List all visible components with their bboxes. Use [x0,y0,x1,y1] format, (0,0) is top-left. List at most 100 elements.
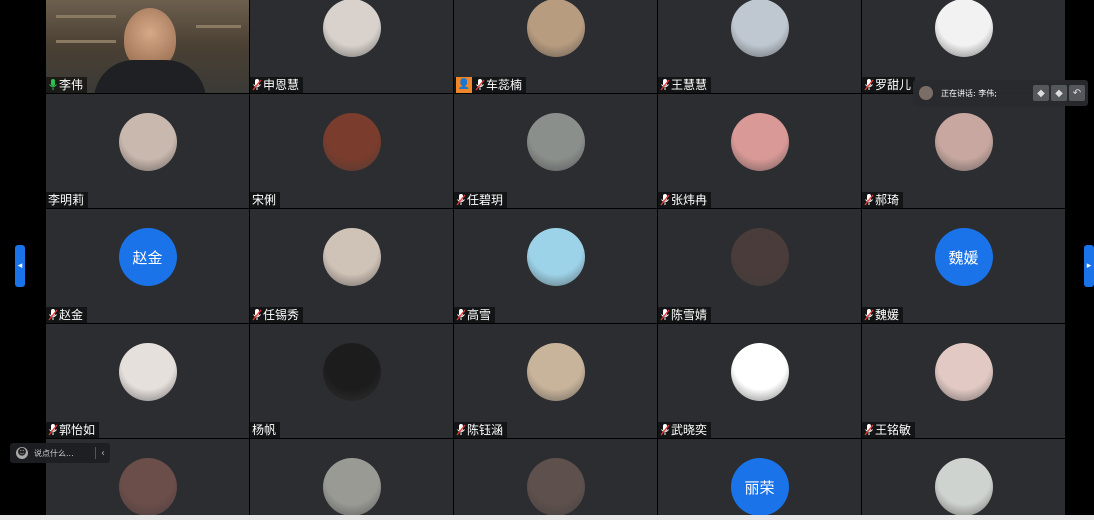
participant-name: 任碧玥 [467,193,504,207]
participant-name-label: 张炜冉 [658,192,712,208]
mic-muted-icon [456,194,466,206]
participant-name: 魏媛 [875,308,900,322]
participant-name-label: 高雪 [454,307,496,323]
participant-name: 李伟 [59,78,84,92]
participant-avatar [322,458,381,515]
emoji-icon[interactable]: ☻ [16,447,28,459]
participant-tile[interactable]: 任碧玥 [454,94,657,208]
participant-name: 陈雪婧 [671,308,708,322]
chat-placeholder: 说点什么... [34,448,74,458]
participant-avatar: 魏媛 [934,228,993,286]
mic-muted-icon [456,309,466,321]
mic-muted-icon [864,309,874,321]
participant-name: 王慧慧 [671,78,708,92]
mic-muted-icon [864,79,874,91]
participant-name: 赵金 [59,308,84,322]
participant-name-label: 👤 车蕊楠 [454,77,527,93]
participant-name: 陈钰涵 [467,423,504,437]
participant-tile[interactable]: 陈雪婧 [658,209,861,323]
participant-name-label: 王慧慧 [658,77,712,93]
participant-name-label: 陈雪婧 [658,307,712,323]
participant-name-label: 郝琦 [862,192,904,208]
participant-name: 王铭敏 [875,423,912,437]
participant-avatar [118,113,177,171]
participant-name: 车蕊楠 [486,78,523,92]
participant-name-label: 任碧玥 [454,192,508,208]
mic-muted-icon [660,309,670,321]
diamond-icon[interactable]: ◆ [1051,85,1067,101]
participant-avatar [526,458,585,515]
participant-tile[interactable]: 郝琦 [862,94,1065,208]
participant-name-label: 李明莉 [46,192,89,208]
chat-input-bar[interactable]: ☻ 说点什么... ‹ [10,443,110,463]
participant-name: 武晓奕 [671,423,708,437]
participant-avatar [322,113,381,171]
participant-tile[interactable]: 王慧慧 [658,0,861,93]
next-page-button[interactable]: ▸ [1084,245,1094,287]
host-icon: 👤 [456,77,472,93]
participant-tile[interactable]: 杨帆 [250,324,453,438]
participant-tile[interactable] [862,439,1065,515]
participant-tile[interactable]: 郭怡如 [46,324,249,438]
participant-avatar [730,0,789,57]
participant-avatar [934,458,993,515]
speaker-avatar [919,86,933,100]
participant-avatar [730,113,789,171]
chevron-left-icon[interactable]: ‹ [96,448,110,459]
participant-name-label: 郭怡如 [46,422,100,438]
participant-name-label: 魏媛 [862,307,904,323]
participant-tile[interactable]: 丽荣 [658,439,861,515]
participant-tile[interactable]: 王铭敏 [862,324,1065,438]
participant-avatar: 赵金 [118,228,177,286]
participant-avatar [730,343,789,401]
participant-name-label: 罗甜儿 [862,77,916,93]
participant-name: 杨帆 [252,423,277,437]
participant-avatar [322,343,381,401]
participant-tile[interactable]: 张炜冉 [658,94,861,208]
participant-tile[interactable] [250,439,453,515]
participant-tile[interactable] [454,439,657,515]
participant-avatar [934,0,993,57]
participant-tile[interactable]: 李明莉 [46,94,249,208]
participant-avatar [526,113,585,171]
diamond-icon[interactable]: ◆ [1033,85,1049,101]
participant-name: 张炜冉 [671,193,708,207]
participant-tile[interactable]: 👤 车蕊楠 [454,0,657,93]
speaker-indicator: 正在讲话: 李伟; ◆ ◆ ↶ [913,80,1088,106]
participant-avatar [118,458,177,515]
participant-name-label: 申恩慧 [250,77,304,93]
participant-avatar [934,113,993,171]
mic-muted-icon [456,424,466,436]
participant-name: 李明莉 [48,193,85,207]
participant-name: 宋俐 [252,193,277,207]
participant-tile[interactable]: 陈钰涵 [454,324,657,438]
participant-tile[interactable]: 任锡秀 [250,209,453,323]
participant-name-label: 陈钰涵 [454,422,508,438]
participant-avatar [322,228,381,286]
participant-avatar [526,343,585,401]
mic-muted-icon [252,309,262,321]
participant-tile[interactable]: 高雪 [454,209,657,323]
participant-tile[interactable]: 申恩慧 [250,0,453,93]
participant-name-label: 赵金 [46,307,88,323]
mic-muted-icon [252,79,262,91]
participant-avatar [526,0,585,57]
participant-name: 任锡秀 [263,308,300,322]
prev-page-button[interactable]: ◂ [15,245,25,287]
mic-muted-icon [864,424,874,436]
participant-name-label: 宋俐 [250,192,281,208]
participant-tile[interactable]: 宋俐 [250,94,453,208]
participant-tile[interactable]: 武晓奕 [658,324,861,438]
undo-icon[interactable]: ↶ [1069,85,1085,101]
participant-tile[interactable]: 赵金 赵金 [46,209,249,323]
participant-tile[interactable]: 魏媛 魏媛 [862,209,1065,323]
mic-muted-icon [660,424,670,436]
participant-name-label: 王铭敏 [862,422,916,438]
participant-tile[interactable]: 李伟 [46,0,249,93]
mic-muted-icon [660,194,670,206]
participant-avatar [934,343,993,401]
mic-muted-icon [475,79,485,91]
participant-avatar: 丽荣 [730,458,789,515]
chevron-left-icon: ◂ [17,261,23,271]
video-grid: 李伟 申恩慧 👤 车蕊楠 王慧慧 罗甜儿 李明莉 宋俐 任碧玥 张炜冉 郝琦 赵金 赵金 任锡秀 高雪 陈雪婧… [46,0,1066,515]
